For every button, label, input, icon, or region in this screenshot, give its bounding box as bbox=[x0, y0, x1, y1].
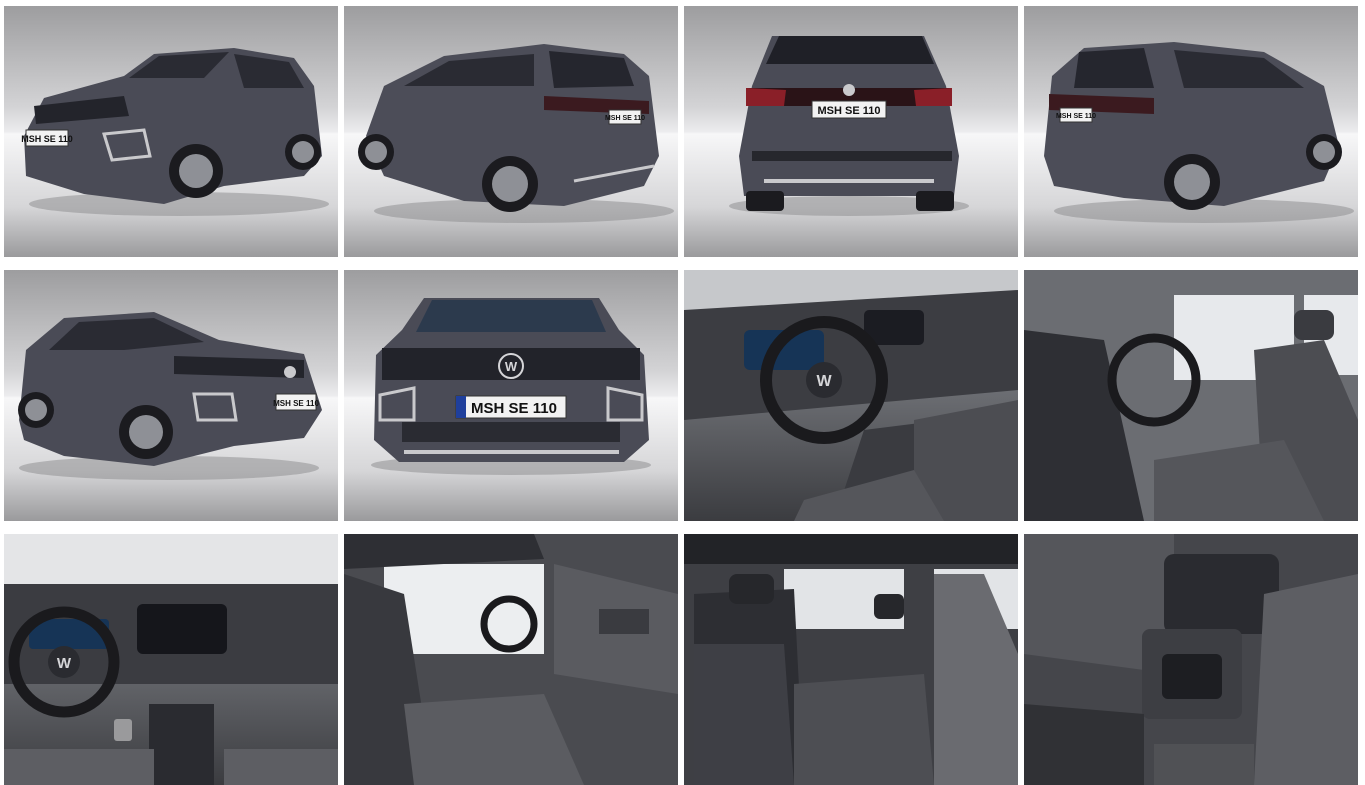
gallery-photo-1[interactable]: MSH SE 110 bbox=[4, 6, 338, 257]
gallery-photo-7[interactable]: W bbox=[684, 270, 1018, 521]
gallery-photo-4[interactable]: MSH SE 110 bbox=[1024, 6, 1358, 257]
photo-gallery: MSH SE 110 MSH SE 110 MSH SE 110 MSH SE … bbox=[4, 6, 1358, 785]
license-plate: MSH SE 110 bbox=[1056, 113, 1096, 120]
gallery-photo-3[interactable]: MSH SE 110 bbox=[684, 6, 1018, 257]
svg-text:W: W bbox=[505, 359, 518, 374]
license-plate: MSH SE 110 bbox=[471, 400, 557, 417]
license-plate: MSH SE 110 bbox=[818, 105, 881, 117]
gallery-photo-12[interactable] bbox=[1024, 534, 1358, 785]
svg-text:W: W bbox=[57, 655, 72, 672]
gallery-photo-9[interactable]: W bbox=[4, 534, 338, 785]
gallery-photo-5[interactable]: MSH SE 110 bbox=[4, 270, 338, 521]
gallery-photo-8[interactable] bbox=[1024, 270, 1358, 521]
gallery-photo-6[interactable]: W MSH SE 110 bbox=[344, 270, 678, 521]
gallery-photo-11[interactable] bbox=[684, 534, 1018, 785]
gallery-photo-2[interactable]: MSH SE 110 bbox=[344, 6, 678, 257]
gallery-photo-10[interactable] bbox=[344, 534, 678, 785]
svg-text:W: W bbox=[816, 373, 832, 390]
license-plate: MSH SE 110 bbox=[21, 134, 73, 144]
license-plate: MSH SE 110 bbox=[605, 115, 645, 122]
license-plate: MSH SE 110 bbox=[273, 399, 319, 408]
